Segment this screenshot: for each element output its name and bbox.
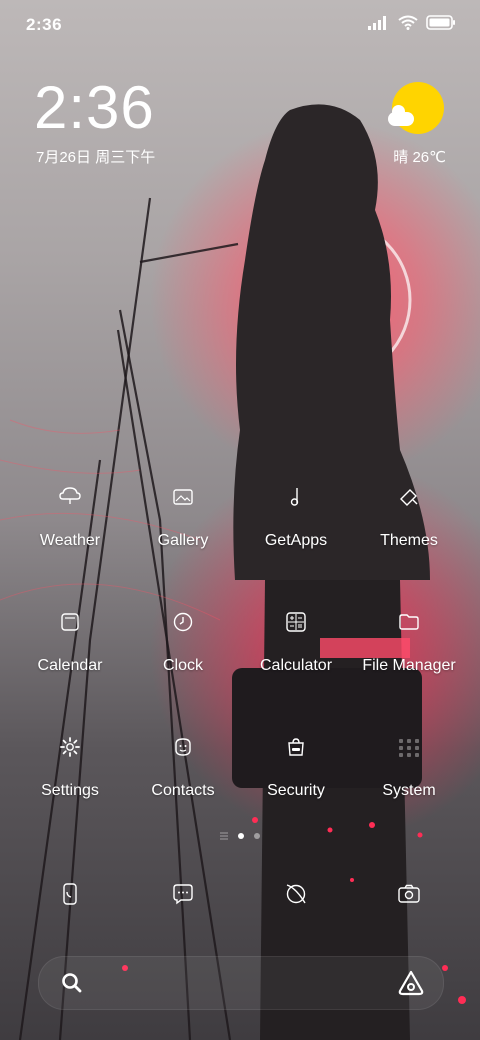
page-dot-active bbox=[238, 833, 244, 839]
app-calendar[interactable]: Calendar bbox=[10, 609, 130, 675]
app-system-folder[interactable]: System bbox=[349, 734, 469, 800]
dock bbox=[0, 880, 480, 910]
home-indicator bbox=[190, 1028, 290, 1032]
weather-widget[interactable]: 晴 26℃ bbox=[384, 82, 446, 168]
status-time: 2:36 bbox=[26, 15, 63, 34]
app-label: Calendar bbox=[37, 657, 103, 674]
clock-widget-time[interactable]: 2:36 bbox=[34, 78, 155, 138]
app-getapps[interactable]: GetApps bbox=[236, 484, 356, 550]
search-icon[interactable] bbox=[59, 970, 85, 996]
app-file-manager[interactable]: File Manager bbox=[349, 609, 469, 675]
weather-text: 晴 26℃ bbox=[393, 149, 446, 166]
camera-icon[interactable] bbox=[395, 880, 423, 908]
app-label: Contacts bbox=[151, 782, 215, 799]
battery-icon bbox=[426, 15, 455, 30]
app-weather[interactable]: Weather bbox=[10, 484, 130, 550]
messages-icon[interactable] bbox=[169, 880, 197, 908]
app-calculator[interactable]: Calculator bbox=[236, 609, 356, 675]
phone-icon[interactable] bbox=[56, 880, 84, 908]
shield-bag-icon bbox=[288, 738, 304, 756]
app-label: File Manager bbox=[362, 657, 456, 674]
app-themes[interactable]: Themes bbox=[349, 484, 469, 550]
app-label: Settings bbox=[41, 782, 99, 799]
contacts-icon bbox=[175, 738, 191, 756]
app-label: Gallery bbox=[157, 532, 209, 549]
app-label: Themes bbox=[380, 532, 438, 549]
app-label: Calculator bbox=[259, 657, 333, 674]
signal-icon bbox=[368, 15, 386, 30]
weather-icon bbox=[59, 487, 81, 504]
list-lines-icon bbox=[220, 832, 228, 840]
assistant-icon[interactable] bbox=[397, 969, 425, 997]
gear-icon bbox=[60, 737, 80, 757]
app-label: System bbox=[382, 782, 436, 799]
app-clock[interactable]: Clock bbox=[123, 609, 243, 675]
status-icons bbox=[368, 15, 456, 30]
page-indicator[interactable] bbox=[0, 828, 480, 844]
wifi-icon bbox=[398, 15, 418, 30]
app-settings[interactable]: Settings bbox=[10, 734, 130, 800]
app-gallery[interactable]: Gallery bbox=[123, 484, 243, 550]
browser-icon[interactable] bbox=[282, 880, 310, 908]
app-label: Clock bbox=[162, 657, 203, 674]
clock-widget-date[interactable]: 7月26日 周三下午 bbox=[36, 146, 155, 167]
app-label: Weather bbox=[39, 532, 101, 549]
app-contacts[interactable]: Contacts bbox=[123, 734, 243, 800]
getapps-icon bbox=[290, 488, 299, 506]
search-bar[interactable] bbox=[38, 956, 444, 1010]
page-dot bbox=[254, 833, 260, 839]
status-bar: 2:36 bbox=[0, 0, 480, 50]
calculator-icon bbox=[286, 612, 306, 632]
clock-icon bbox=[173, 612, 193, 632]
gallery-icon bbox=[173, 489, 193, 505]
folder-icon bbox=[399, 614, 419, 630]
folder-grid-icon bbox=[399, 739, 419, 757]
themes-icon bbox=[400, 489, 418, 506]
app-security[interactable]: Security bbox=[236, 734, 356, 800]
cloud-icon bbox=[388, 105, 414, 126]
calendar-icon bbox=[61, 613, 79, 631]
app-label: GetApps bbox=[264, 532, 328, 549]
app-label: Security bbox=[267, 782, 325, 799]
